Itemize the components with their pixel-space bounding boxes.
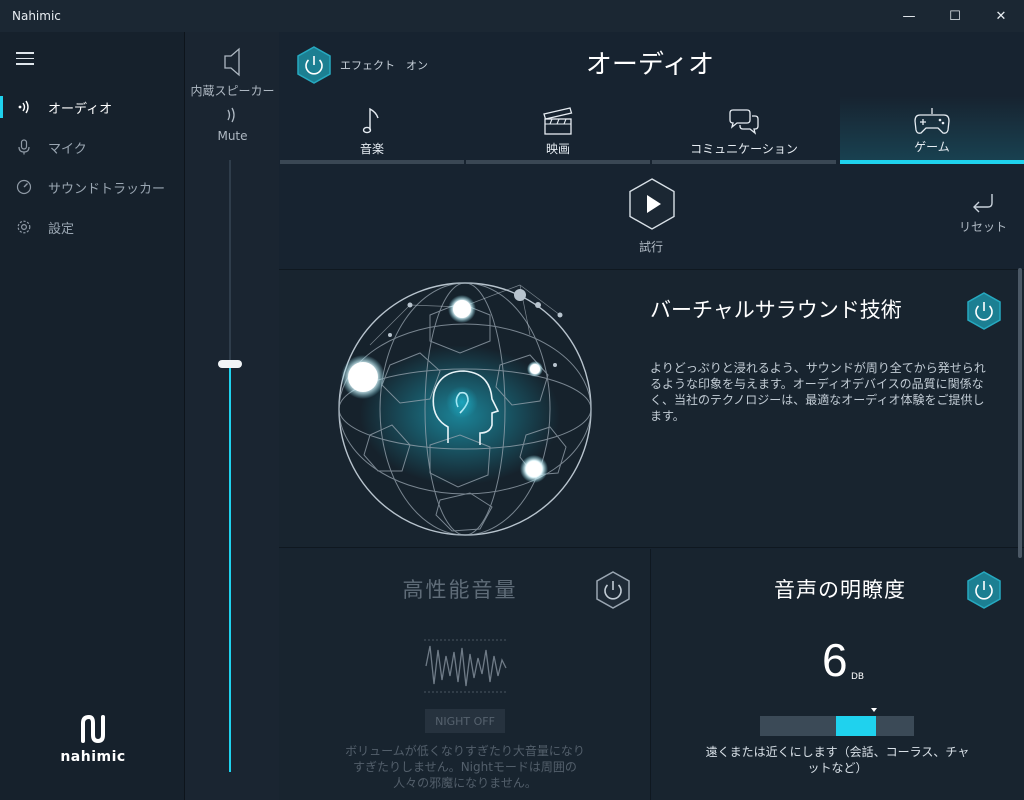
title-bar: Nahimic — ☐ ✕ — [0, 0, 1024, 32]
voice-clarity-value: 6 — [822, 634, 848, 686]
gear-icon — [0, 219, 48, 235]
sidebar-item-label: オーディオ — [48, 101, 113, 117]
volume-slider-fill — [229, 366, 231, 772]
maximize-button[interactable]: ☐ — [932, 0, 978, 32]
minimize-icon: — — [902, 8, 916, 24]
audio-wave-icon — [0, 99, 48, 115]
tab-label: コミュニケーション — [690, 142, 798, 156]
night-mode-button[interactable]: NIGHT OFF — [425, 709, 505, 733]
surround-power-button[interactable] — [966, 292, 1002, 330]
clapperboard-icon — [543, 107, 573, 135]
reset-icon[interactable] — [970, 192, 996, 214]
device-panel: 内蔵スピーカー Mute — [184, 32, 279, 800]
surround-description: よりどっぷりと浸れるよう、サウンドが周り全てから発せられるような印象を与えます。… — [650, 361, 986, 423]
tab-label: ゲーム — [914, 140, 950, 154]
window-title: Nahimic — [12, 9, 61, 23]
voice-clarity-power-button[interactable] — [966, 571, 1002, 609]
minimize-button[interactable]: — — [886, 0, 932, 32]
mute-button[interactable]: Mute — [185, 129, 280, 143]
reset-label[interactable]: リセット — [955, 218, 1011, 235]
gamepad-icon — [914, 108, 950, 134]
close-button[interactable]: ✕ — [978, 0, 1024, 32]
tab-music[interactable]: 音楽 — [280, 96, 464, 164]
speaker-icon[interactable] — [221, 46, 245, 78]
play-button[interactable] — [628, 178, 676, 230]
sidebar-item-audio[interactable]: オーディオ — [0, 90, 184, 124]
chat-bubbles-icon — [729, 109, 759, 135]
voice-clarity-marker — [871, 708, 877, 712]
hamburger-menu-icon[interactable] — [16, 52, 34, 66]
close-icon: ✕ — [995, 8, 1007, 24]
device-name: 内蔵スピーカー — [190, 84, 275, 98]
voice-clarity-slider[interactable] — [760, 716, 914, 736]
page-title: オーディオ — [585, 50, 715, 80]
tab-label: 音楽 — [359, 142, 384, 156]
effect-status-label: エフェクト オン — [340, 59, 428, 72]
logo-wordmark: nahimic — [60, 749, 126, 765]
high-performance-title: 高性能音量 — [402, 578, 518, 602]
sound-waves-icon — [227, 107, 235, 123]
play-label: 試行 — [638, 240, 663, 254]
voice-clarity-title: 音声の明瞭度 — [774, 578, 906, 602]
sidebar-item-sound-tracker[interactable]: サウンドトラッカー — [0, 170, 184, 204]
sidebar: オーディオ マイク サウンドトラッカー 設定 nahimic — [0, 32, 184, 800]
surround-sphere-illustration — [338, 282, 592, 536]
tab-game[interactable]: ゲーム — [840, 96, 1024, 164]
sidebar-item-label: 設定 — [48, 221, 75, 237]
tab-communication[interactable]: コミュニケーション — [652, 96, 836, 164]
voice-clarity-description: 遠くまたは近くにします（会話、コーラス、チャットなど） — [705, 745, 970, 775]
nahimic-logo-icon — [81, 714, 105, 744]
microphone-icon — [0, 139, 48, 155]
sound-tracker-icon — [0, 179, 48, 195]
sidebar-item-microphone[interactable]: マイク — [0, 130, 184, 164]
tab-label: 映画 — [545, 142, 570, 156]
waveform-icon — [424, 639, 508, 693]
music-note-icon — [362, 107, 379, 134]
nahimic-logo: nahimic — [58, 714, 128, 765]
volume-slider-thumb[interactable] — [218, 360, 242, 368]
high-performance-description: ボリュームが低くなりすぎたり大音量になりすぎたりしません。Nightモードは周囲… — [345, 744, 585, 790]
voice-clarity-unit: DB — [851, 672, 865, 682]
sidebar-item-settings[interactable]: 設定 — [0, 210, 184, 244]
maximize-icon: ☐ — [949, 8, 961, 24]
content-scrollbar[interactable] — [1018, 268, 1022, 558]
tab-movie[interactable]: 映画 — [466, 96, 650, 164]
surround-title: バーチャルサラウンド技術 — [650, 298, 902, 322]
effect-power-button[interactable] — [296, 46, 332, 84]
high-performance-power-button[interactable] — [595, 571, 631, 609]
sidebar-item-label: マイク — [48, 141, 87, 157]
voice-clarity-slider-fill — [835, 716, 876, 736]
sidebar-item-label: サウンドトラッカー — [48, 181, 166, 197]
